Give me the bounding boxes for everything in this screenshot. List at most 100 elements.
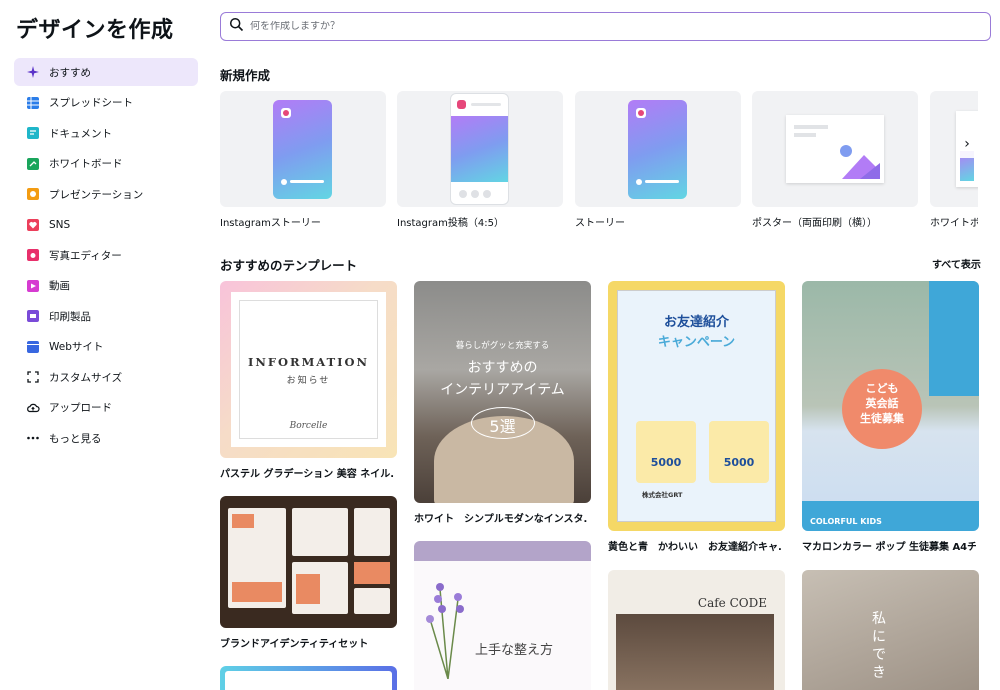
thumb-text: お知らせ bbox=[286, 376, 331, 386]
templates-section-title: おすすめのテンプレート bbox=[220, 258, 358, 273]
sidebar-item-label: スプレッドシート bbox=[49, 97, 133, 109]
template-card-interior[interactable]: 暮らしがグッと充実する おすすめの インテリアアイテム 5選 ホワイト シンプル… bbox=[414, 281, 591, 525]
template-label: パステル グラデーション 美容 ネイル... bbox=[220, 469, 394, 480]
sidebar-item-website[interactable]: Webサイト bbox=[14, 333, 198, 361]
thumb-text: 私にでき bbox=[872, 611, 886, 681]
template-thumb: こども 英会話 生徒募集 COLORFUL KIDS bbox=[802, 281, 979, 531]
website-icon bbox=[26, 340, 40, 354]
see-all-link[interactable]: すべて表示 bbox=[932, 256, 981, 271]
new-card-label: ポスター（両面印刷（横）） bbox=[752, 218, 877, 229]
poster-illustration bbox=[786, 115, 884, 183]
presentation-icon bbox=[26, 187, 40, 201]
template-card-pastel[interactable]: INFORMATION お知らせ Borcelle パステル グラデーション 美… bbox=[220, 281, 397, 480]
sidebar-item-label: ドキュメント bbox=[49, 127, 112, 140]
thumb-text: INFORMATION bbox=[247, 355, 370, 369]
thumb-text: 暮らしがグッと充実する bbox=[455, 341, 550, 351]
new-card-instagram-post[interactable]: Instagram投稿（4:5） bbox=[397, 91, 563, 229]
thumb-text: インテリアアイテム bbox=[440, 382, 565, 398]
upload-cloud-icon bbox=[26, 401, 40, 415]
page-title: デザインを作成 bbox=[16, 18, 174, 43]
sidebar-item-video[interactable]: 動画 bbox=[14, 272, 198, 300]
sidebar-item-label: 動画 bbox=[49, 280, 70, 292]
thumb-text: 5選 bbox=[489, 417, 516, 436]
new-card-whiteboard[interactable]: ホワイトボ bbox=[930, 91, 978, 229]
chevron-right-icon[interactable]: › bbox=[956, 130, 978, 158]
template-card-seasoning[interactable]: 私にでき bbox=[802, 570, 979, 690]
sidebar-item-presentation[interactable]: プレゼンテーション bbox=[14, 180, 198, 208]
sidebar-item-photo-editor[interactable]: 写真エディター bbox=[14, 241, 198, 269]
new-card-label: Instagram投稿（4:5） bbox=[397, 218, 504, 229]
search-input[interactable] bbox=[250, 21, 950, 32]
instagram-story-illustration bbox=[273, 100, 332, 199]
template-card-cafe[interactable]: Cafe CODE bbox=[608, 570, 785, 690]
sidebar-item-custom-size[interactable]: カスタムサイズ bbox=[14, 363, 198, 391]
thumb-text: Cafe CODE bbox=[697, 596, 767, 610]
sidebar-item-upload[interactable]: アップロード bbox=[14, 394, 198, 422]
template-thumb bbox=[220, 666, 397, 690]
sidebar-item-whiteboard[interactable]: ホワイトボード bbox=[14, 150, 198, 178]
thumb-text: おすすめの bbox=[467, 360, 538, 376]
template-thumb: INFORMATION お知らせ Borcelle bbox=[220, 281, 397, 458]
instagram-post-illustration bbox=[450, 93, 509, 205]
new-card-label: ストーリー bbox=[575, 218, 625, 229]
sidebar-item-spreadsheet[interactable]: スプレッドシート bbox=[14, 89, 198, 117]
sidebar-item-label: もっと見る bbox=[49, 432, 102, 445]
sidebar-item-label: 写真エディター bbox=[49, 249, 122, 262]
new-section-title: 新規作成 bbox=[220, 68, 271, 83]
template-label: ブランドアイデンティティセット bbox=[220, 639, 369, 650]
thumb-text: お友達紹介 bbox=[663, 315, 729, 330]
new-card-label: Instagramストーリー bbox=[220, 218, 321, 229]
new-thumb bbox=[752, 91, 918, 207]
heart-icon bbox=[26, 218, 40, 232]
sidebar-item-more[interactable]: もっと見る bbox=[14, 424, 198, 452]
thumb-text: Borcelle bbox=[289, 421, 328, 431]
new-card-instagram-story[interactable]: Instagramストーリー bbox=[220, 91, 386, 229]
thumb-text: 上手な整え方 bbox=[474, 643, 553, 658]
template-label: ホワイト シンプルモダンなインスタ... bbox=[414, 514, 588, 525]
template-thumb bbox=[220, 496, 397, 628]
video-icon bbox=[26, 279, 40, 293]
new-card-poster[interactable]: ポスター（両面印刷（横）） bbox=[752, 91, 918, 229]
thumb-text: キャンペーン bbox=[657, 335, 736, 350]
thumb-text: COLORFUL KIDS bbox=[802, 501, 979, 531]
sidebar-item-sns[interactable]: SNS bbox=[14, 211, 198, 239]
sidebar-item-print[interactable]: 印刷製品 bbox=[14, 302, 198, 330]
template-thumb: 私にでき bbox=[802, 570, 979, 690]
sidebar-nav: おすすめ スプレッドシート ドキュメント ホワイトボード プレゼンテーション S… bbox=[14, 58, 198, 455]
sidebar-item-label: SNS bbox=[49, 218, 71, 231]
template-card-blue[interactable] bbox=[220, 666, 397, 690]
document-icon bbox=[26, 126, 40, 140]
sidebar: デザインを作成 おすすめ スプレッドシート ドキュメント ホワイトボード プレゼ… bbox=[0, 0, 205, 690]
new-card-label: ホワイトボ bbox=[930, 218, 978, 229]
new-thumb bbox=[575, 91, 741, 207]
thumb-text: 5000 bbox=[650, 456, 682, 469]
new-card-story[interactable]: ストーリー bbox=[575, 91, 741, 229]
thumb-text: 株式会社GRT bbox=[642, 491, 683, 499]
sidebar-item-document[interactable]: ドキュメント bbox=[14, 119, 198, 147]
template-thumb: Cafe CODE bbox=[608, 570, 785, 690]
template-card-lavender[interactable]: 上手な整え方 bbox=[414, 541, 591, 690]
template-thumb: お友達紹介 キャンペーン 5000 5000 株式会社GRT bbox=[608, 281, 785, 531]
story-illustration bbox=[628, 100, 687, 199]
sidebar-item-label: ホワイトボード bbox=[49, 158, 123, 170]
new-design-row: Instagramストーリー Instagram投稿（4:5） ストーリー ポス… bbox=[220, 91, 978, 231]
sidebar-item-label: プレゼンテーション bbox=[49, 188, 144, 201]
new-thumb bbox=[397, 91, 563, 207]
template-label: マカロンカラー ポップ 生徒募集 A4チ... bbox=[802, 542, 976, 553]
custom-size-icon bbox=[26, 370, 40, 384]
search-icon bbox=[229, 17, 250, 36]
spreadsheet-icon bbox=[26, 96, 40, 110]
sidebar-item-recommended[interactable]: おすすめ bbox=[14, 58, 198, 86]
template-card-friend[interactable]: お友達紹介 キャンペーン 5000 5000 株式会社GRT 黄色と青 かわいい… bbox=[608, 281, 785, 553]
search-bar[interactable] bbox=[220, 12, 991, 41]
sparkle-icon bbox=[26, 65, 40, 79]
template-card-brand[interactable]: ブランドアイデンティティセット bbox=[220, 496, 397, 650]
sidebar-item-label: カスタムサイズ bbox=[49, 371, 123, 384]
sidebar-item-label: 印刷製品 bbox=[49, 310, 91, 323]
template-card-kids[interactable]: こども 英会話 生徒募集 COLORFUL KIDS マカロンカラー ポップ 生… bbox=[802, 281, 979, 553]
more-dots-icon bbox=[26, 431, 40, 445]
thumb-text: こども bbox=[865, 382, 899, 395]
whiteboard-icon bbox=[26, 157, 40, 171]
printer-icon bbox=[26, 309, 40, 323]
template-label: 黄色と青 かわいい お友達紹介キャ... bbox=[608, 542, 782, 553]
